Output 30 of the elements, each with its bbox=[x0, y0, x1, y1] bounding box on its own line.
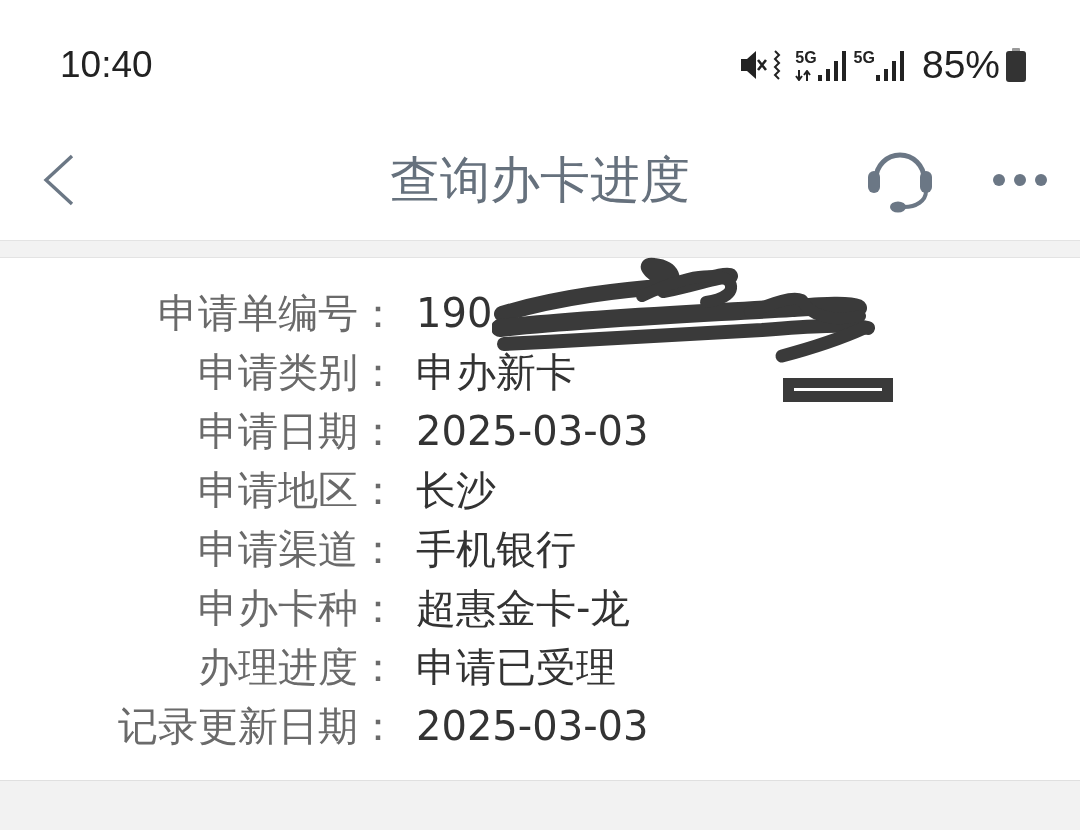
more-dots-icon bbox=[992, 173, 1048, 187]
page-title: 查询办卡进度 bbox=[390, 151, 690, 210]
field-label: 申请日期： bbox=[197, 406, 398, 456]
network-label: 5G bbox=[795, 49, 817, 67]
more-button[interactable] bbox=[992, 173, 1048, 187]
field-value: 长沙 bbox=[416, 465, 496, 515]
battery-icon bbox=[1006, 48, 1026, 82]
speaker-muted-icon bbox=[739, 50, 768, 80]
back-button[interactable] bbox=[42, 154, 76, 206]
field-value: 190 bbox=[416, 287, 493, 338]
field-label: 申请地区： bbox=[197, 465, 398, 515]
field-value: 申请已受理 bbox=[416, 642, 616, 692]
field-label: 申请类别： bbox=[197, 347, 398, 397]
signal-icon bbox=[817, 51, 846, 81]
status-time: 10:40 bbox=[60, 44, 153, 86]
field-value: 手机银行 bbox=[416, 524, 576, 574]
field-label: 申办卡种： bbox=[197, 583, 398, 633]
signal-icon bbox=[875, 51, 904, 81]
battery-percent: 85% bbox=[921, 44, 1000, 86]
field-value: 2025-03-03 bbox=[416, 406, 649, 456]
vibrate-icon bbox=[773, 50, 782, 80]
field-value: 2025-03-03 bbox=[416, 701, 649, 751]
chevron-left-icon bbox=[42, 154, 76, 206]
field-label: 办理进度： bbox=[197, 642, 398, 692]
network-label: 5G bbox=[853, 49, 875, 67]
field-label: 申请渠道： bbox=[197, 524, 398, 574]
field-value: 申办新卡 bbox=[416, 347, 576, 397]
field-label: 申请单编号： bbox=[157, 288, 398, 338]
field-value: 超惠金卡-龙 bbox=[416, 583, 631, 633]
field-label: 记录更新日期： bbox=[117, 701, 398, 751]
